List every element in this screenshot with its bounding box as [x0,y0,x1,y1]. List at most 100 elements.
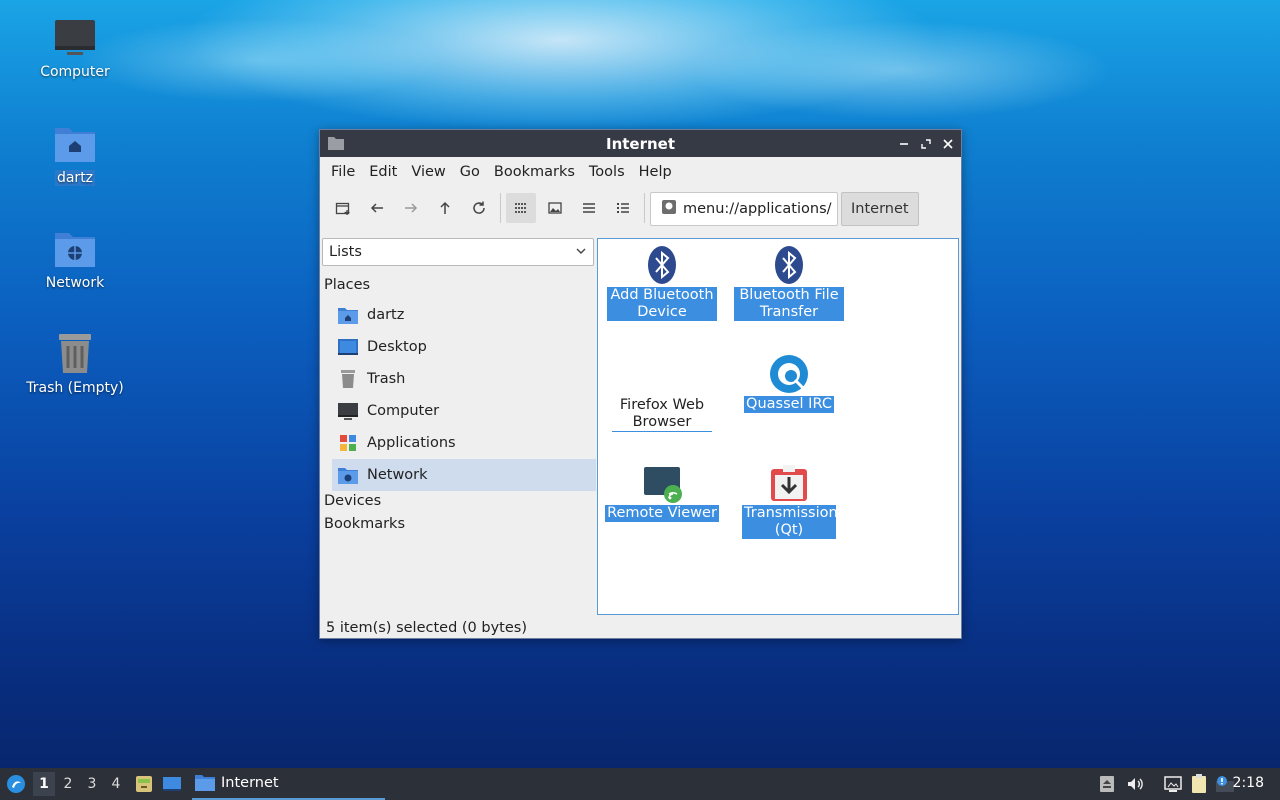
removable-media-icon[interactable] [1097,774,1117,794]
forward-button[interactable] [396,193,426,223]
desktop-icon-trash[interactable]: Trash (Empty) [20,332,130,396]
breadcrumb-internet[interactable]: Internet [841,192,919,226]
minimize-button[interactable] [895,135,913,153]
trash-icon [53,332,97,376]
folder-icon [195,775,215,791]
desktop-icon-label: Computer [40,64,110,80]
image-icon [548,202,562,214]
place-label: dartz [367,307,405,323]
file-manager-window: Internet File Edit View Go Bookmarks Too… [319,129,962,639]
desktop-icon [338,338,358,356]
bookmarks-header[interactable]: Bookmarks [324,516,405,532]
bluetooth-icon [769,245,809,285]
up-button[interactable] [430,193,460,223]
places-header[interactable]: Places [324,277,370,293]
new-tab-icon [335,202,350,215]
toolbar-separator [500,193,501,223]
workspace-2[interactable]: 2 [57,772,79,796]
back-button[interactable] [362,193,392,223]
maximize-button[interactable] [917,135,935,153]
side-pane-mode-select[interactable]: Lists [322,238,594,266]
app-quassel-irc[interactable]: Quassel IRC [725,354,853,413]
compact-view-button[interactable] [574,193,604,223]
show-desktop-button[interactable] [162,774,182,794]
toolbar-separator [644,193,645,223]
menu-view[interactable]: View [404,164,452,180]
grid-icon [515,203,526,213]
place-computer[interactable]: Computer [332,395,596,427]
place-label: Trash [367,371,406,387]
desktop-icon-label: Trash (Empty) [26,380,124,396]
desktop-icon-network[interactable]: Network [20,227,130,291]
reload-icon [473,201,485,214]
network-status-icon[interactable] [1163,774,1183,794]
menu-bar: File Edit View Go Bookmarks Tools Help [320,157,961,187]
task-label: Internet [221,775,279,791]
applications-icon [338,434,358,452]
folder-icon [328,137,344,150]
location-bar[interactable]: menu://applications/ [650,192,838,226]
side-pane-mode-value: Lists [329,244,362,260]
home-folder-icon [53,122,97,166]
app-bluetooth-file-transfer[interactable]: Bluetooth File Transfer [725,245,853,321]
app-add-bluetooth-device[interactable]: Add Bluetooth Device [598,245,726,321]
quicklaunch-file-manager[interactable] [134,774,154,794]
computer-icon [338,402,358,420]
quassel-icon [769,354,809,394]
window-title: Internet [605,134,676,153]
arrow-up-icon [440,201,450,214]
desktop-icon-label: Network [45,275,105,291]
app-label: Firefox Web Browser [612,397,712,432]
app-label: Bluetooth File Transfer [734,287,844,321]
place-label: Desktop [367,339,427,355]
desktop-icon-home[interactable]: dartz [20,122,130,186]
clipboard-icon[interactable] [1189,774,1209,794]
place-desktop[interactable]: Desktop [332,331,596,363]
workspace-4[interactable]: 4 [105,772,127,796]
thumbnail-view-button[interactable] [540,193,570,223]
workspace-1[interactable]: 1 [33,772,55,796]
taskbar-task-internet[interactable]: Internet [192,768,385,800]
menu-edit[interactable]: Edit [362,164,404,180]
menu-help[interactable]: Help [632,164,679,180]
start-menu-button[interactable] [6,774,26,794]
transmission-icon [769,463,809,503]
arrow-right-icon [405,203,418,213]
place-dartz[interactable]: dartz [332,299,596,331]
app-transmission[interactable]: Transmission (Qt) [725,463,853,539]
menu-file[interactable]: File [324,164,362,180]
place-applications[interactable]: Applications [332,427,596,459]
menu-go[interactable]: Go [453,164,487,180]
app-firefox[interactable]: Firefox Web Browser [598,397,726,432]
place-trash[interactable]: Trash [332,363,596,395]
volume-icon[interactable] [1125,774,1145,794]
desktop-icon-computer[interactable]: Computer [20,16,130,80]
arrow-left-icon [370,203,383,213]
network-folder-icon [53,227,97,271]
close-button[interactable] [939,135,957,153]
icon-view: Add Bluetooth Device Bluetooth File Tran… [597,238,959,615]
home-folder-icon [338,306,358,324]
status-bar: 5 item(s) selected (0 bytes) [326,620,527,636]
reload-button[interactable] [464,193,494,223]
place-label: Applications [367,435,456,451]
icon-view-button[interactable] [506,193,536,223]
list-icon [583,203,595,213]
title-bar[interactable]: Internet [320,130,961,157]
menu-bookmarks[interactable]: Bookmarks [487,164,582,180]
app-label: Transmission (Qt) [742,505,838,539]
detailed-view-button[interactable] [608,193,638,223]
app-remote-viewer[interactable]: Remote Viewer [598,463,726,522]
file-cabinet-icon [136,776,152,792]
remote-viewer-icon [642,463,682,503]
app-label: Add Bluetooth Device [607,287,717,321]
desktop-icon [163,777,181,791]
toolbar: menu://applications/ Internet [320,187,961,227]
devices-header[interactable]: Devices [324,493,381,509]
new-tab-button[interactable] [328,193,358,223]
workspace-3[interactable]: 3 [81,772,103,796]
place-network[interactable]: Network [332,459,596,491]
lxqt-logo-icon [7,775,25,793]
menu-tools[interactable]: Tools [582,164,632,180]
clock[interactable]: 2:18 [1233,775,1264,791]
